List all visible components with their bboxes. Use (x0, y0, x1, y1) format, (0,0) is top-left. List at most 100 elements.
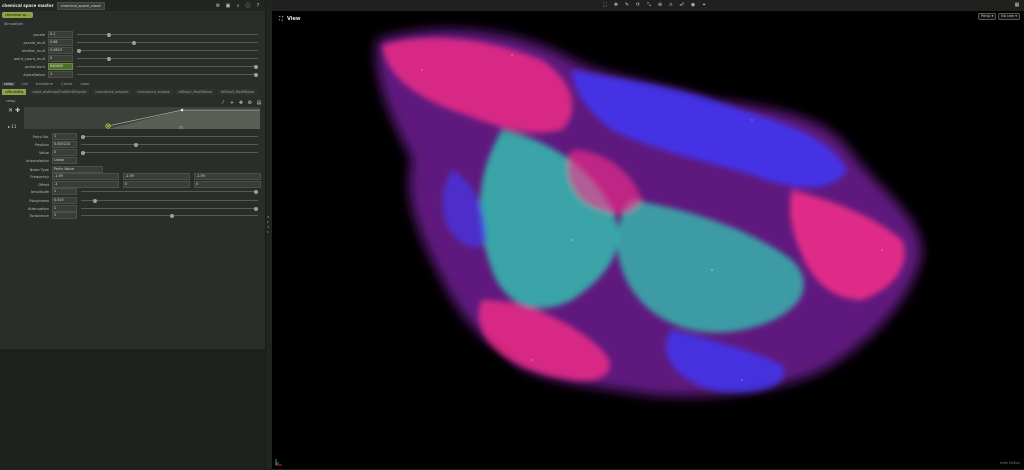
param-field[interactable]: 640000 (48, 63, 73, 70)
point-param-slider[interactable] (81, 142, 258, 147)
header-icons: ⚙ ▣ ⌕ ⓘ ? (215, 3, 265, 9)
menu-icon[interactable]: ▤ (256, 100, 262, 106)
search-icon[interactable]: ⌕ (235, 3, 241, 9)
roughness-field[interactable]: 0.015 (52, 197, 77, 204)
amplitude-slider[interactable] (81, 189, 258, 194)
point-param-slider[interactable] (81, 150, 258, 155)
param-row-emitter_mult: emitter_mult 0.0625 (0, 47, 262, 54)
parameter-header: chemical space master chemical_space_clo… (0, 0, 265, 11)
node-name-field[interactable]: chemical_space_cloud (56, 1, 105, 10)
ramp-tools: ⁄ + ✥ ⚙ ▤ (220, 100, 262, 106)
turbulence-row: Turbulence 5 (24, 212, 262, 219)
noise-type-row: Noise Type Perlin Noise (24, 166, 262, 173)
ramp-editor[interactable] (24, 107, 260, 129)
remove-point-icon[interactable]: ✕ (8, 108, 13, 114)
roughness-label: Roughness (29, 198, 49, 203)
param-slider[interactable] (77, 40, 258, 45)
point-param-label: Interpolation (26, 158, 49, 163)
point-cloud-render (376, 29, 922, 397)
offset-fields: -1 0 0 (52, 181, 261, 188)
image-icon[interactable]: ▣ (225, 3, 231, 9)
tab-ramp[interactable]: ramp (2, 82, 16, 86)
turbulence-label: Turbulence (29, 213, 49, 218)
point-param-field[interactable]: 0 (52, 149, 77, 156)
param-field[interactable]: 0.1 (48, 31, 73, 38)
subtab-1[interactable]: noise_dist0mp0OutSlimDGpulte (29, 89, 90, 95)
amplitude-row: Amplitude 1 (24, 188, 262, 195)
point-param-label: Position (35, 142, 49, 147)
help-icon[interactable]: ? (255, 3, 261, 9)
param-slider[interactable] (77, 48, 258, 53)
offset-z-field[interactable]: 0 (194, 181, 261, 188)
ramp-curve (105, 108, 260, 129)
gear-icon[interactable]: ⚙ (215, 3, 221, 9)
param-row-point_count_mult: point_count_mult 0 (0, 55, 262, 62)
param-field[interactable]: 0.86 (48, 39, 73, 46)
param-slider[interactable] (77, 64, 258, 69)
param-row-pscale: pscale 0.1 (0, 31, 262, 38)
subtab-4[interactable]: dfDisp2_Mod0Noise (175, 89, 215, 95)
param-label: pscale (33, 32, 45, 37)
ramp-point-index[interactable]: ▸ 11 (8, 124, 16, 129)
tab-call[interactable]: call (19, 82, 29, 86)
turbulence-field[interactable]: 5 (52, 212, 77, 219)
subtab-5[interactable]: dfDisp3_Mod0Noise (217, 89, 258, 95)
tab-color[interactable]: color (78, 82, 91, 86)
offset-y-field[interactable]: 0 (123, 181, 190, 188)
turbulence-slider[interactable] (81, 213, 258, 218)
info-icon[interactable]: ⓘ (245, 3, 251, 9)
param-field[interactable]: 1 (48, 71, 73, 78)
attenuation-field[interactable]: 1 (52, 205, 77, 212)
point-param-field[interactable]: Linear (52, 157, 77, 164)
param-field[interactable]: 0 (48, 55, 73, 62)
param-slider[interactable] (77, 72, 258, 77)
ramp-left-controls: ✕ ✚ (8, 108, 20, 114)
frequency-z-field[interactable]: -1.59 (194, 173, 261, 180)
add-point-icon[interactable]: ✚ (15, 108, 20, 114)
edition-label: Indie Edition (1000, 461, 1020, 465)
move-icon[interactable]: ✥ (238, 100, 244, 106)
subtab-0[interactable]: v0BuildDig (2, 89, 27, 95)
param-row-alpharation: AlphaRation 1 (0, 71, 262, 78)
noise-type-select[interactable]: Perlin Noise (52, 166, 103, 173)
amplitude-label: Amplitude (30, 189, 49, 194)
subtab-2[interactable]: turbulence_amount (92, 89, 132, 95)
axis-gizmo-icon (275, 459, 282, 466)
node-tag-row: chemical sp... (2, 12, 33, 18)
frequency-label: Frequency (30, 174, 49, 179)
roughness-slider[interactable] (81, 198, 258, 203)
offset-x-field[interactable]: -1 (52, 181, 119, 188)
point-param-label: Value (39, 150, 49, 155)
param-field[interactable]: 0.0625 (48, 47, 73, 54)
add-icon[interactable]: + (229, 100, 235, 106)
parameter-panel: chemical space master chemical_space_clo… (0, 0, 265, 470)
point-param-field[interactable]: 0.005210 (52, 141, 77, 148)
tab-transform[interactable]: transform (34, 82, 56, 86)
param-slider[interactable] (77, 32, 258, 37)
frequency-fields: -1.59 -1.59 -1.59 (52, 173, 261, 180)
divider-handle-icon[interactable]: ◂ ▸ ◂ ▸ (267, 214, 269, 234)
param-slider[interactable] (77, 56, 258, 61)
offset-row: Offset -1 0 0 (24, 181, 262, 188)
point-param-field[interactable]: 1 (52, 133, 77, 140)
pencil-icon[interactable]: ⁄ (220, 100, 226, 106)
param-label: emitter_mult (21, 48, 45, 53)
attenuation-slider[interactable] (81, 206, 258, 211)
gear-icon[interactable]: ⚙ (247, 100, 253, 106)
offset-label: Offset (38, 182, 49, 187)
ramp-label: ramp (6, 99, 16, 103)
subtab-3[interactable]: turbulence_shapes (134, 89, 173, 95)
noise-type-label: Noise Type (29, 167, 49, 172)
point-param-row: Point No. 1 (24, 133, 262, 140)
point-param-row: Position 0.005210 (24, 141, 262, 148)
point-param-row: Interpolation Linear (24, 157, 262, 164)
frequency-x-field[interactable]: -1.59 (52, 173, 119, 180)
tab-cache[interactable]: Cache (59, 82, 74, 86)
frequency-y-field[interactable]: -1.59 (123, 173, 190, 180)
roughness-row: Roughness 0.015 (24, 197, 262, 204)
amplitude-field[interactable]: 1 (52, 188, 77, 195)
point-param-slider[interactable] (81, 134, 258, 139)
scene-viewer[interactable]: ⬚ ✥ ✎ ⟳ ⤡ ⊕ ∩ ☍ ◉ ⌖ ▦ ⛶ View Persp ▾ No … (272, 0, 1024, 469)
folder-tabs: ramp call transform Cache color (2, 81, 91, 87)
node-tag[interactable]: chemical sp... (2, 12, 33, 18)
